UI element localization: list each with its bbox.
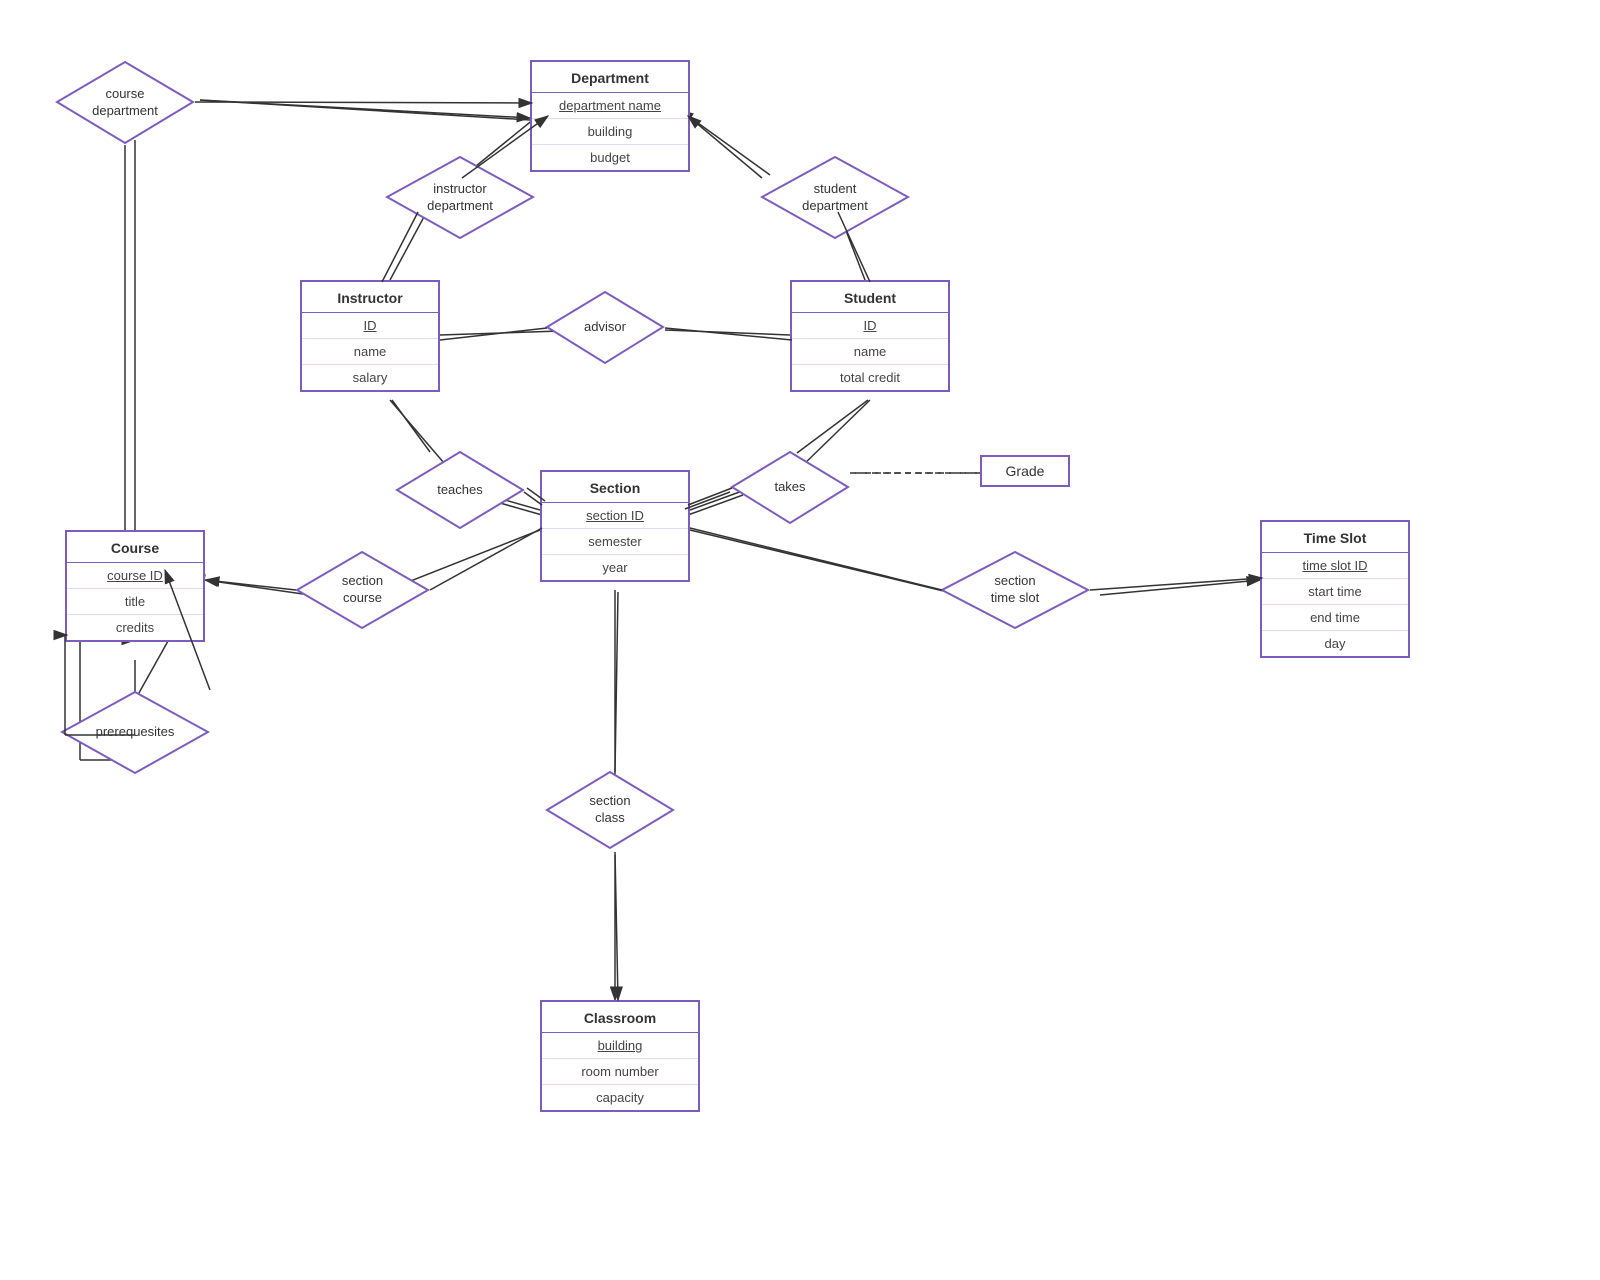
diamond-advisor: advisor [545, 290, 665, 365]
entity-section-attr-year: year [542, 555, 688, 580]
entity-section-title: Section [542, 472, 688, 503]
diamond-takes: takes [730, 450, 850, 525]
diamond-section-course-label: sectioncourse [342, 573, 383, 607]
entity-instructor-attr-salary: salary [302, 365, 438, 390]
diamond-prerequesites: prerequesites [60, 690, 210, 775]
entity-timeslot-attr-id: time slot ID [1262, 553, 1408, 579]
entity-course-attr-id: course ID [67, 563, 203, 589]
entity-section-attr-semester: semester [542, 529, 688, 555]
entity-department: Department department name building budg… [530, 60, 690, 172]
entity-instructor-title: Instructor [302, 282, 438, 313]
entity-student-attr-name: name [792, 339, 948, 365]
entity-timeslot-title: Time Slot [1262, 522, 1408, 553]
entity-course-attr-title: title [67, 589, 203, 615]
entity-timeslot-attr-end: end time [1262, 605, 1408, 631]
entity-student-attr-totalcredit: total credit [792, 365, 948, 390]
label-grade: Grade [980, 455, 1070, 487]
entity-instructor: Instructor ID name salary [300, 280, 440, 392]
entity-classroom-title: Classroom [542, 1002, 698, 1033]
diamond-takes-label: takes [774, 479, 805, 496]
diamond-student-department-label: studentdepartment [802, 181, 868, 215]
entity-department-title: Department [532, 62, 688, 93]
entity-student-title: Student [792, 282, 948, 313]
diamond-section-timeslot-label: sectiontime slot [991, 573, 1039, 607]
entity-department-attr-building: building [532, 119, 688, 145]
entity-department-attr-name: department name [532, 93, 688, 119]
entity-course-title: Course [67, 532, 203, 563]
diamond-teaches: teaches [395, 450, 525, 530]
diamond-section-timeslot: sectiontime slot [940, 550, 1090, 630]
entity-classroom: Classroom building room number capacity [540, 1000, 700, 1112]
entity-department-attr-budget: budget [532, 145, 688, 170]
diamond-instructor-department-label: instructordepartment [427, 181, 493, 215]
entity-course: Course course ID title credits [65, 530, 205, 642]
entity-course-attr-credits: credits [67, 615, 203, 640]
diamond-teaches-label: teaches [437, 482, 483, 499]
entity-classroom-attr-building: building [542, 1033, 698, 1059]
diamond-advisor-label: advisor [584, 319, 626, 336]
entity-section-attr-id: section ID [542, 503, 688, 529]
diamond-student-department: studentdepartment [760, 155, 910, 240]
entity-student: Student ID name total credit [790, 280, 950, 392]
diamond-section-class-label: sectionclass [589, 793, 630, 827]
diamond-course-department-label: coursedepartment [92, 86, 158, 120]
diamond-section-class: sectionclass [545, 770, 675, 850]
er-diagram: Department department name building budg… [0, 0, 1600, 1280]
entity-student-attr-id: ID [792, 313, 948, 339]
entity-timeslot: Time Slot time slot ID start time end ti… [1260, 520, 1410, 658]
entity-section: Section section ID semester year [540, 470, 690, 582]
entity-classroom-attr-capacity: capacity [542, 1085, 698, 1110]
entity-instructor-attr-id: ID [302, 313, 438, 339]
entity-timeslot-attr-day: day [1262, 631, 1408, 656]
entity-timeslot-attr-start: start time [1262, 579, 1408, 605]
diamond-instructor-department: instructordepartment [385, 155, 535, 240]
entity-instructor-attr-name: name [302, 339, 438, 365]
diamond-section-course: sectioncourse [295, 550, 430, 630]
entity-classroom-attr-room: room number [542, 1059, 698, 1085]
diamond-prerequesites-label: prerequesites [96, 724, 175, 741]
diamond-course-department: coursedepartment [55, 60, 195, 145]
